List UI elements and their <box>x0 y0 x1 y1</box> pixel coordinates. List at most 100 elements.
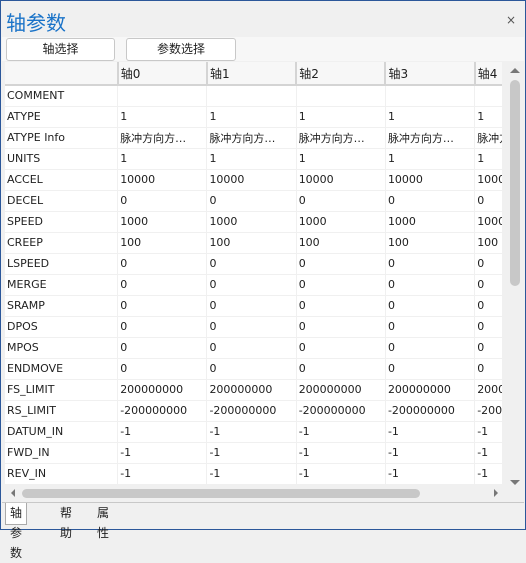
cell-value[interactable]: 1 <box>474 148 502 170</box>
cell-value[interactable]: 脉冲方向方… <box>474 127 502 149</box>
cell-value[interactable]: -1 <box>206 442 297 464</box>
cell-value[interactable]: 10000 <box>117 169 208 191</box>
cell-value[interactable]: 0 <box>206 274 297 296</box>
cell-value[interactable]: 0 <box>206 190 297 212</box>
column-header-axis1[interactable]: 轴1 <box>206 62 298 86</box>
cell-value[interactable]: 10000 <box>296 169 386 191</box>
cell-value[interactable]: 0 <box>385 190 476 212</box>
cell-value[interactable]: -200000000 <box>474 400 502 422</box>
cell-value[interactable]: 0 <box>296 190 386 212</box>
scroll-right-arrow-icon[interactable] <box>494 489 498 497</box>
cell-value[interactable]: 0 <box>474 190 502 212</box>
cell-value[interactable]: 脉冲方向方… <box>206 127 297 149</box>
cell-value[interactable]: 0 <box>474 337 502 359</box>
cell-value[interactable]: -1 <box>206 463 297 485</box>
cell-value[interactable]: 1 <box>117 148 208 170</box>
cell-value[interactable]: -1 <box>385 463 476 485</box>
cell-value[interactable]: 0 <box>296 316 386 338</box>
cell-value[interactable]: -1 <box>474 463 502 485</box>
vertical-scroll-thumb[interactable] <box>510 80 520 286</box>
horizontal-scrollbar[interactable] <box>5 485 502 502</box>
cell-value[interactable]: 0 <box>296 295 386 317</box>
cell-value[interactable]: -1 <box>474 421 502 443</box>
cell-value[interactable]: 1000 <box>474 211 502 233</box>
cell-value[interactable]: 0 <box>117 295 208 317</box>
cell-value[interactable]: 1 <box>117 106 208 128</box>
cell-value[interactable]: 0 <box>206 295 297 317</box>
cell-value[interactable]: 脉冲方向方… <box>385 127 476 149</box>
cell-value[interactable]: -1 <box>296 421 386 443</box>
cell-value[interactable] <box>206 85 297 107</box>
cell-value[interactable]: 0 <box>296 337 386 359</box>
tab-axis-params[interactable]: 轴参数 <box>5 503 28 560</box>
cell-value[interactable]: 0 <box>117 190 208 212</box>
cell-value[interactable]: 0 <box>385 274 476 296</box>
cell-value[interactable]: -200000000 <box>117 400 208 422</box>
scroll-down-arrow-icon[interactable] <box>510 480 520 485</box>
column-header-axis2[interactable]: 轴2 <box>296 62 387 86</box>
cell-value[interactable]: 0 <box>206 337 297 359</box>
cell-value[interactable] <box>474 85 502 107</box>
cell-value[interactable]: 200000000 <box>385 379 476 401</box>
column-header-axis0[interactable]: 轴0 <box>117 62 208 86</box>
cell-value[interactable]: -1 <box>385 421 476 443</box>
cell-value[interactable]: 0 <box>117 253 208 275</box>
cell-value[interactable]: 0 <box>117 337 208 359</box>
cell-value[interactable]: -200000000 <box>296 400 386 422</box>
column-header-axis3[interactable]: 轴3 <box>385 62 476 86</box>
cell-value[interactable]: 200000000 <box>296 379 386 401</box>
cell-value[interactable]: -1 <box>117 463 208 485</box>
cell-value[interactable]: 0 <box>117 316 208 338</box>
cell-value[interactable]: 0 <box>385 316 476 338</box>
cell-value[interactable]: 0 <box>117 274 208 296</box>
cell-value[interactable]: 100 <box>385 232 476 254</box>
close-icon[interactable]: × <box>505 14 517 26</box>
scroll-left-arrow-icon[interactable] <box>11 489 15 497</box>
param-select-button[interactable]: 参数选择 <box>126 38 236 61</box>
cell-value[interactable]: 0 <box>474 316 502 338</box>
cell-value[interactable]: 10000 <box>206 169 297 191</box>
cell-value[interactable]: 0 <box>206 253 297 275</box>
cell-value[interactable]: 0 <box>474 253 502 275</box>
cell-value[interactable]: 0 <box>385 253 476 275</box>
cell-value[interactable]: -1 <box>296 463 386 485</box>
cell-value[interactable]: 200000000 <box>117 379 208 401</box>
cell-value[interactable]: 脉冲方向方… <box>117 127 208 149</box>
cell-value[interactable]: 1 <box>206 106 297 128</box>
cell-value[interactable]: 0 <box>296 274 386 296</box>
cell-value[interactable]: 0 <box>474 295 502 317</box>
tab-properties[interactable]: 属性 <box>93 503 113 540</box>
cell-value[interactable]: -200000000 <box>385 400 476 422</box>
cell-value[interactable]: 10000 <box>474 169 502 191</box>
cell-value[interactable] <box>385 85 476 107</box>
cell-value[interactable]: 0 <box>117 358 208 380</box>
cell-value[interactable]: -1 <box>296 442 386 464</box>
cell-value[interactable]: 1000 <box>385 211 476 233</box>
horizontal-scroll-thumb[interactable] <box>22 489 420 498</box>
cell-value[interactable]: 1 <box>474 106 502 128</box>
cell-value[interactable]: 1000 <box>206 211 297 233</box>
cell-value[interactable]: -1 <box>117 442 208 464</box>
cell-value[interactable]: 10000 <box>385 169 476 191</box>
cell-value[interactable]: 1 <box>206 148 297 170</box>
cell-value[interactable]: -1 <box>474 442 502 464</box>
tab-help[interactable]: 帮助 <box>56 503 76 540</box>
cell-value[interactable]: 1 <box>385 106 476 128</box>
cell-value[interactable]: 0 <box>296 358 386 380</box>
cell-value[interactable]: 100 <box>296 232 386 254</box>
cell-value[interactable]: 0 <box>385 295 476 317</box>
cell-value[interactable]: 0 <box>206 358 297 380</box>
cell-value[interactable]: 1000 <box>117 211 208 233</box>
scroll-up-arrow-icon[interactable] <box>510 68 520 73</box>
cell-value[interactable]: 100 <box>474 232 502 254</box>
column-header-axis4[interactable]: 轴4 <box>474 62 502 86</box>
cell-value[interactable] <box>296 85 386 107</box>
cell-value[interactable]: 0 <box>474 358 502 380</box>
cell-value[interactable]: -200000000 <box>206 400 297 422</box>
cell-value[interactable]: 100 <box>117 232 208 254</box>
vertical-scrollbar[interactable] <box>507 62 524 485</box>
cell-value[interactable]: 0 <box>385 337 476 359</box>
cell-value[interactable]: 100 <box>206 232 297 254</box>
cell-value[interactable]: 200000000 <box>474 379 502 401</box>
cell-value[interactable]: 200000000 <box>206 379 297 401</box>
